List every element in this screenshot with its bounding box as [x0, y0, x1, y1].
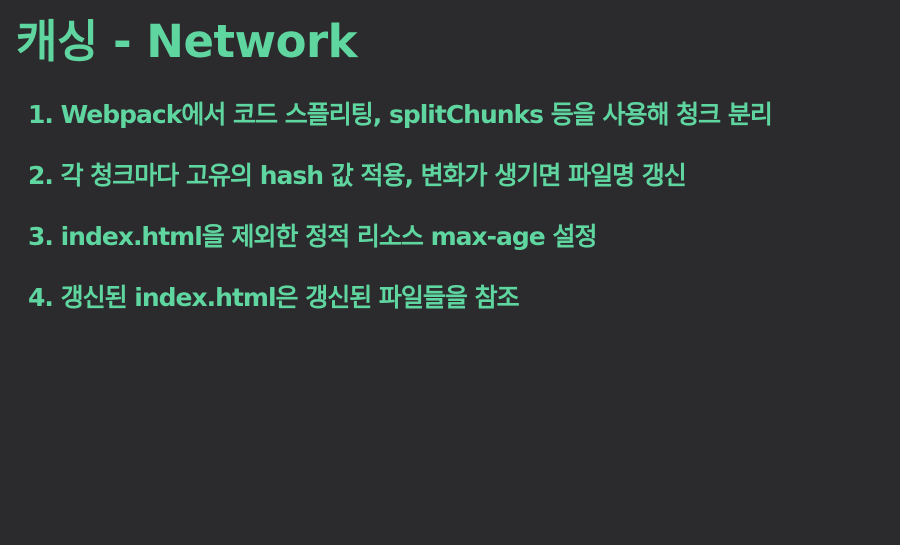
list-item: 1. Webpack에서 코드 스플리팅, splitChunks 등을 사용해… [28, 100, 773, 129]
list-item: 2. 각 청크마다 고유의 hash 값 적용, 변화가 생기면 파일명 갱신 [28, 161, 687, 190]
bullet-list: 1. Webpack에서 코드 스플리팅, splitChunks 등을 사용해… [28, 100, 773, 344]
presentation-slide: 캐싱 - Network 1. Webpack에서 코드 스플리팅, split… [0, 0, 900, 545]
list-item: 4. 갱신된 index.html은 갱신된 파일들을 참조 [28, 283, 520, 312]
slide-title: 캐싱 - Network [16, 15, 358, 68]
list-item: 3. index.html을 제외한 정적 리소스 max-age 설정 [28, 222, 597, 251]
